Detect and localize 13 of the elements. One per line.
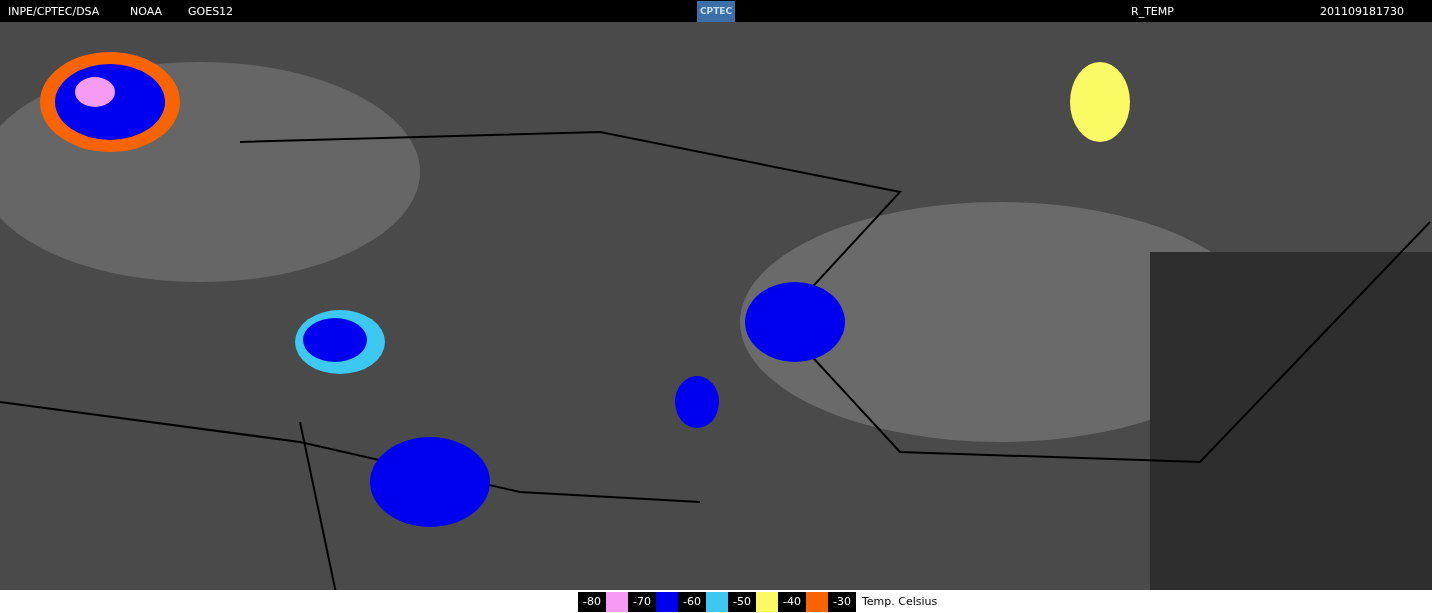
legend-value: -40 (778, 591, 806, 612)
legend-value: -60 (678, 591, 706, 612)
product-label: R_TEMP (1131, 4, 1175, 18)
legend-value: -80 (578, 591, 606, 612)
legend-value: -50 (728, 591, 756, 612)
timestamp-label: 201109181730 (1320, 4, 1404, 18)
satellite-label: GOES12 (188, 4, 235, 18)
agency-label: NOAA (130, 4, 164, 18)
legend-value: -30 (828, 591, 856, 612)
logo: CPTEC (697, 0, 735, 22)
source-label: INPE/CPTEC/DSA (8, 4, 101, 18)
legend-value: -70 (628, 591, 656, 612)
legend-unit: Temp. Celsius (861, 594, 938, 610)
